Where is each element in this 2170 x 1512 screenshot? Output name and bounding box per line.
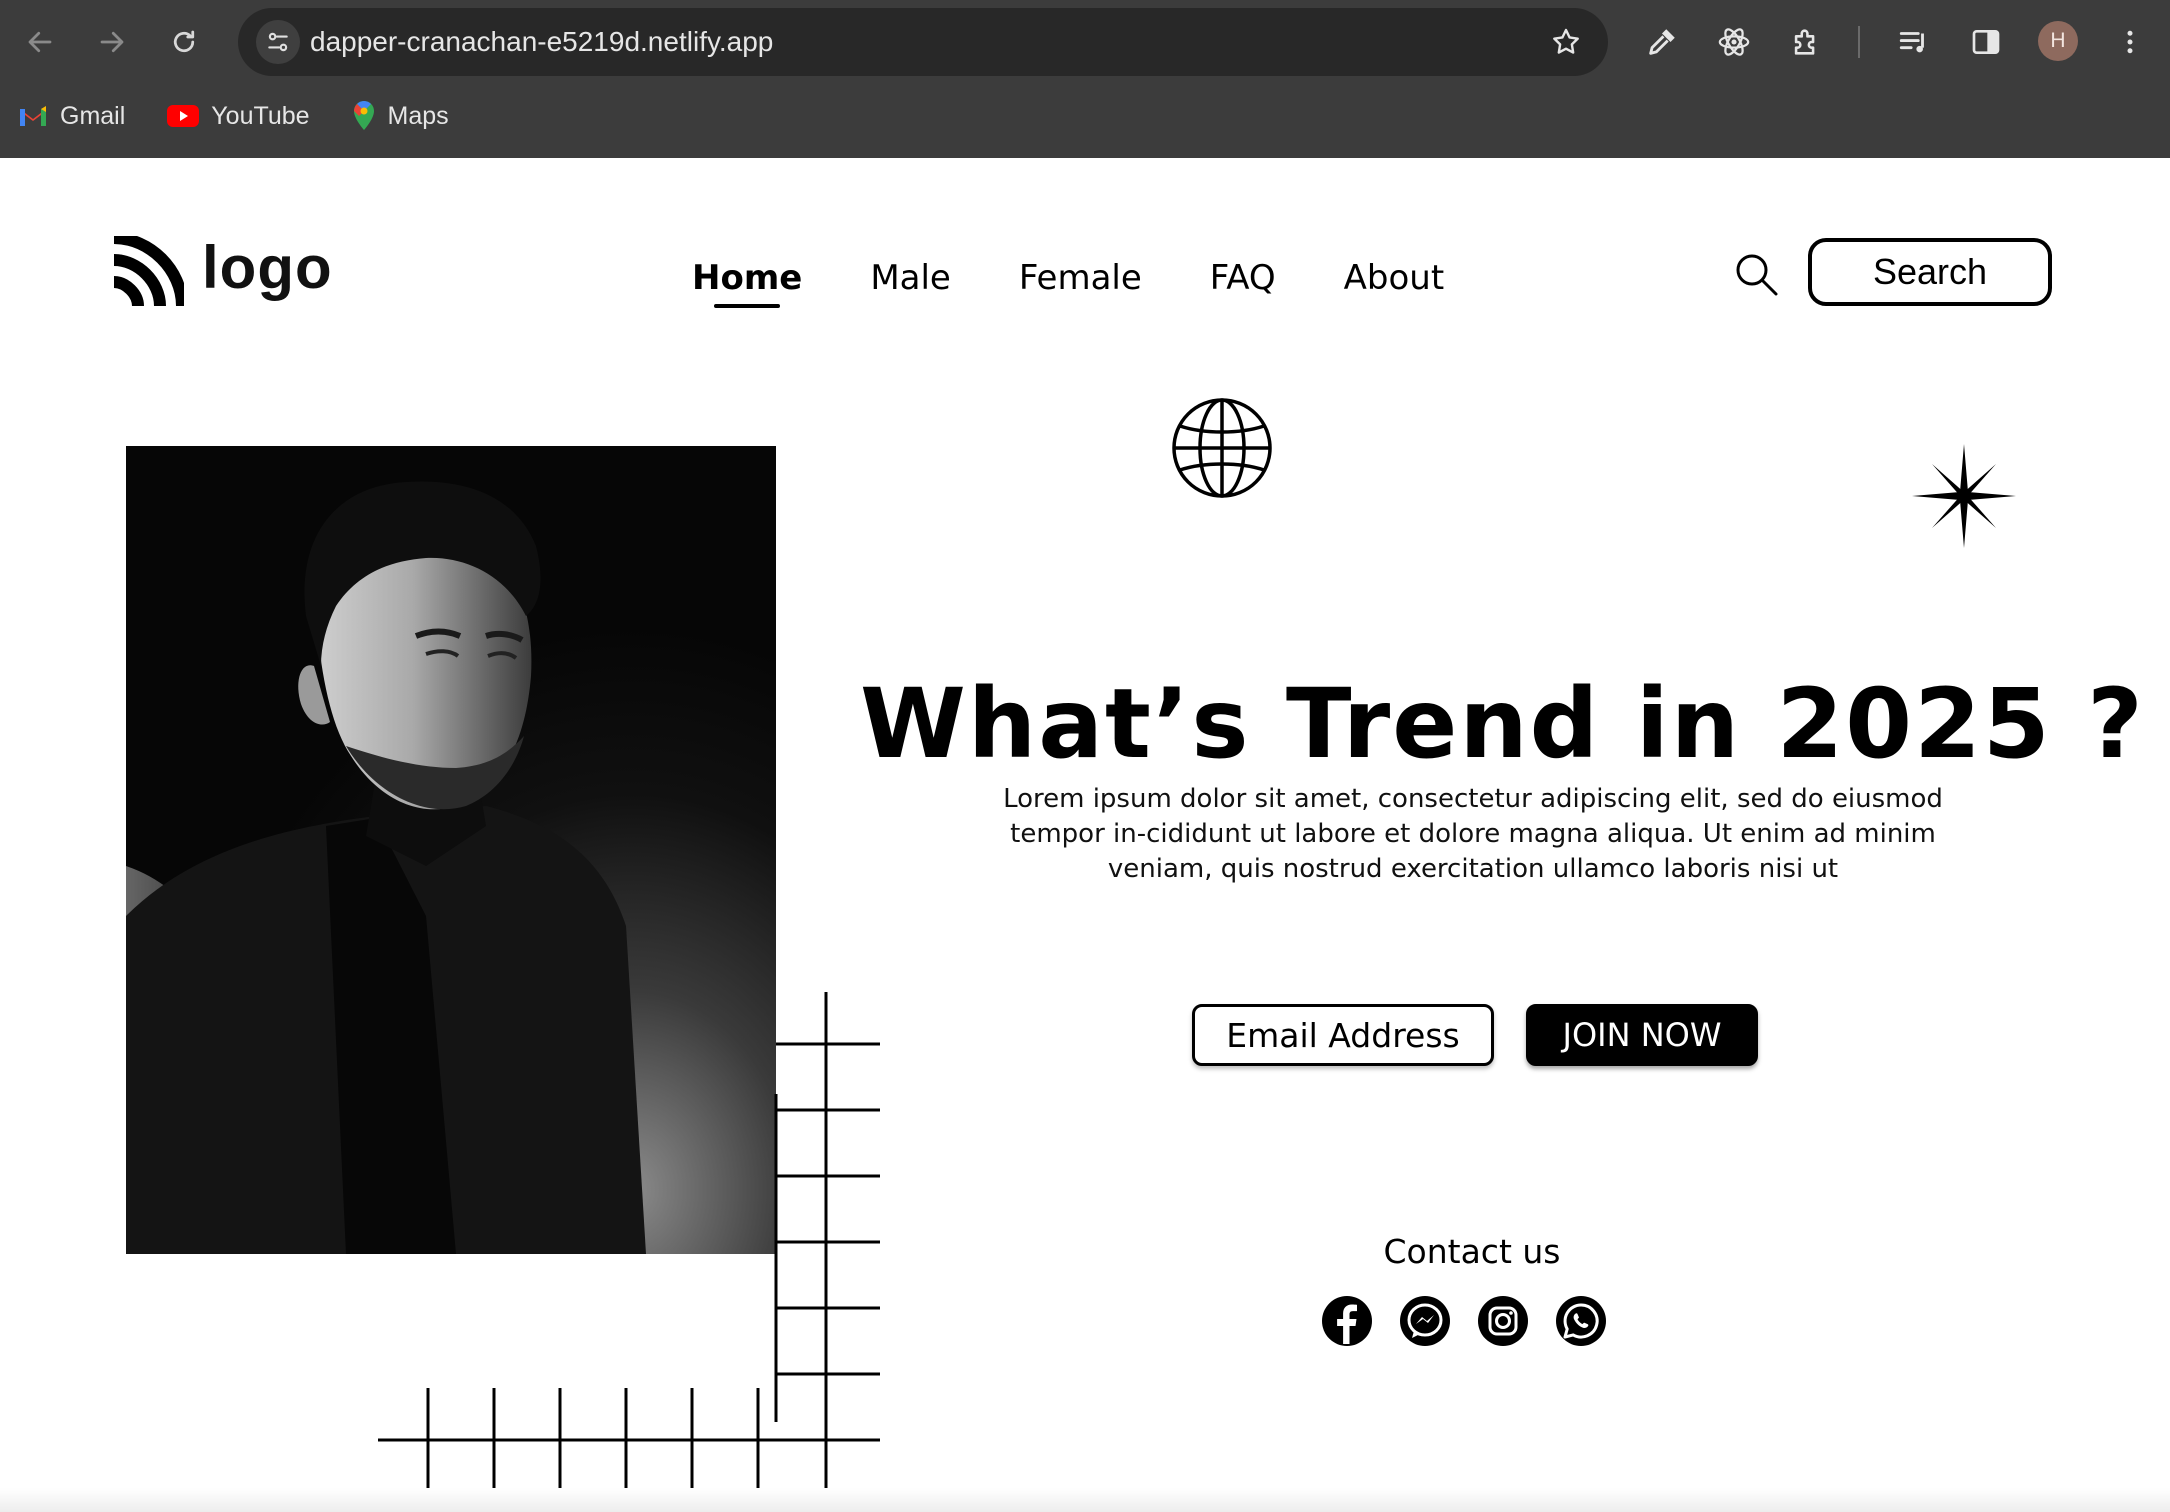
sparkle-icon [1912, 444, 2016, 548]
instagram-link[interactable] [1478, 1296, 1528, 1346]
profile-avatar[interactable]: H [2038, 21, 2078, 61]
media-controls-button[interactable] [1892, 20, 1936, 64]
bookmarks-bar: Gmail YouTube Maps [18, 96, 491, 136]
eyedropper-icon [1649, 29, 1675, 55]
email-address-button[interactable]: Email Address [1192, 1004, 1494, 1066]
forward-button[interactable] [88, 18, 136, 66]
maps-icon [353, 101, 374, 130]
web-page: logo Home Male Female FAQ About Search W… [0, 158, 2170, 1512]
react-icon [1718, 28, 1750, 56]
main-navigation: Home Male Female FAQ About [692, 258, 1512, 308]
gmail-icon [20, 106, 46, 126]
site-settings-button[interactable] [256, 20, 300, 64]
bookmark-label: Maps [387, 101, 449, 130]
youtube-icon [167, 105, 200, 127]
react-devtools-button[interactable] [1712, 20, 1756, 64]
side-panel-icon [1972, 30, 2000, 54]
logo-text: logo [202, 234, 333, 301]
search-icon-button[interactable] [1732, 250, 1782, 300]
toolbar-separator [1858, 26, 1860, 58]
more-vertical-icon [2127, 30, 2133, 54]
facebook-link[interactable] [1322, 1296, 1372, 1346]
queue-music-icon [1899, 32, 1924, 53]
side-panel-button[interactable] [1964, 20, 2008, 64]
tune-icon [268, 32, 288, 52]
search-button[interactable]: Search [1808, 238, 2052, 306]
grid-decoration [378, 992, 880, 1502]
arrow-left-icon [28, 31, 52, 53]
hero-description: Lorem ipsum dolor sit amet, consectetur … [1003, 784, 1943, 884]
page-bottom-fade [0, 1488, 2170, 1512]
arrow-right-icon [100, 31, 124, 53]
nav-faq[interactable]: FAQ [1210, 258, 1276, 298]
hero-headline: What’s Trend in 2025 ? [860, 668, 2145, 781]
search-icon [1736, 254, 1778, 296]
whatsapp-link[interactable] [1556, 1296, 1606, 1346]
nav-about[interactable]: About [1344, 258, 1445, 298]
address-bar[interactable]: dapper-cranachan-e5219d.netlify.app [238, 8, 1608, 76]
contact-title: Contact us [1383, 1232, 1561, 1271]
bookmark-maps[interactable]: Maps [352, 100, 449, 132]
whatsapp-icon [1563, 1303, 1599, 1339]
bookmark-label: YouTube [211, 101, 310, 130]
globe-icon [1172, 398, 1272, 498]
star-icon [1553, 28, 1579, 54]
nav-female[interactable]: Female [1019, 258, 1142, 298]
bookmark-youtube[interactable]: YouTube [167, 101, 310, 131]
browser-chrome: dapper-cranachan-e5219d.netlify.app H Gm… [0, 0, 2170, 158]
messenger-icon [1407, 1303, 1443, 1338]
reload-icon [173, 30, 195, 53]
logo-mark-icon [113, 236, 184, 307]
extensions-button[interactable] [1784, 20, 1828, 64]
bookmark-star-button[interactable] [1546, 22, 1586, 62]
url-text[interactable]: dapper-cranachan-e5219d.netlify.app [310, 8, 773, 76]
bookmark-label: Gmail [60, 101, 126, 130]
facebook-icon [1337, 1304, 1357, 1344]
nav-home[interactable]: Home [692, 258, 802, 308]
join-now-button[interactable]: JOIN NOW [1526, 1004, 1758, 1066]
messenger-link[interactable] [1400, 1296, 1450, 1346]
eyedropper-extension-button[interactable] [1640, 20, 1684, 64]
reload-button[interactable] [160, 18, 208, 66]
nav-male[interactable]: Male [870, 258, 951, 298]
back-button[interactable] [16, 18, 64, 66]
bookmark-gmail[interactable]: Gmail [18, 102, 125, 131]
site-logo[interactable]: logo [112, 236, 333, 308]
browser-menu-button[interactable] [2108, 20, 2152, 64]
puzzle-icon [1794, 29, 1815, 55]
instagram-icon [1488, 1306, 1518, 1336]
